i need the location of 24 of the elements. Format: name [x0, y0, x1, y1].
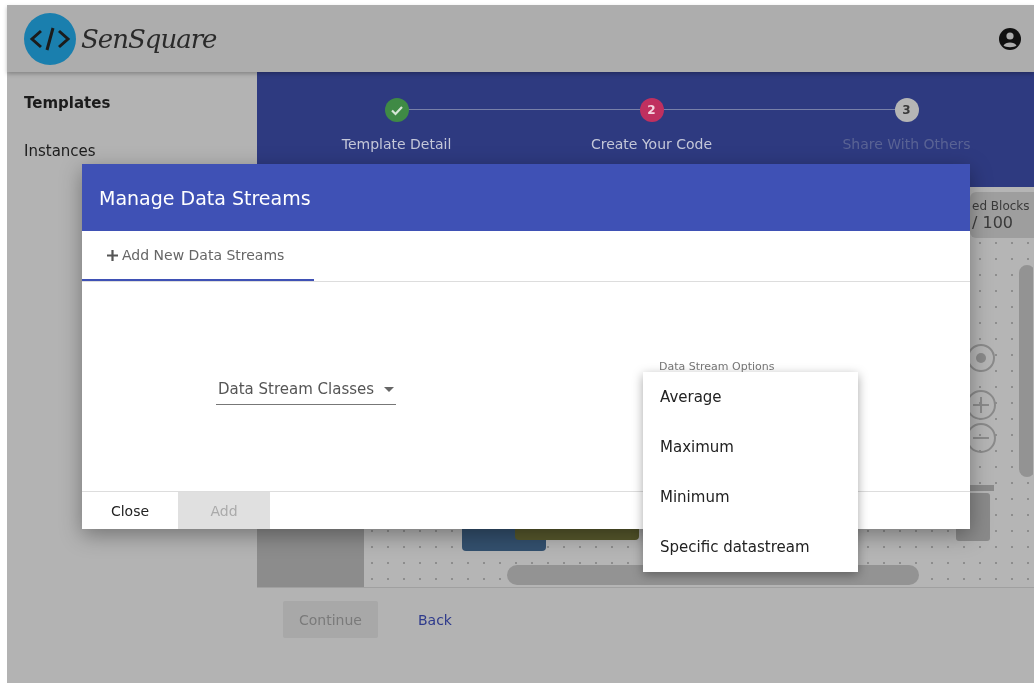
- vertical-scrollbar[interactable]: [1019, 265, 1033, 477]
- close-button[interactable]: Close: [82, 492, 178, 529]
- menu-option[interactable]: Minimum: [643, 472, 858, 522]
- step-label: Create Your Code: [590, 136, 713, 152]
- field-label: Data Stream Options: [659, 360, 775, 373]
- sidebar-item[interactable]: Instances: [24, 142, 257, 160]
- dialog-tab[interactable]: Add New Data Streams: [82, 231, 314, 281]
- sidebar-item[interactable]: Templates: [24, 94, 257, 112]
- counter-label: ed Blocks: [972, 198, 1031, 213]
- account-icon[interactable]: [998, 26, 1022, 51]
- plus-icon: [107, 249, 118, 261]
- step-number: 2: [639, 98, 664, 122]
- code-logo-icon: [23, 11, 77, 66]
- logo-text: SenSquare: [81, 23, 217, 54]
- target-icon[interactable]: [967, 344, 995, 372]
- step-number: 3: [894, 98, 919, 122]
- counter-value: / 100: [972, 212, 1014, 232]
- dialog-title: Manage Data Streams: [82, 164, 970, 231]
- step-label: Template Detail: [341, 136, 452, 152]
- back-link[interactable]: Back: [401, 601, 468, 638]
- menu-option[interactable]: Average: [643, 372, 858, 422]
- menu-option[interactable]: Specific datastream: [643, 522, 858, 572]
- dropdown-caret-icon: [384, 386, 394, 392]
- menu-option[interactable]: Maximum: [643, 422, 858, 472]
